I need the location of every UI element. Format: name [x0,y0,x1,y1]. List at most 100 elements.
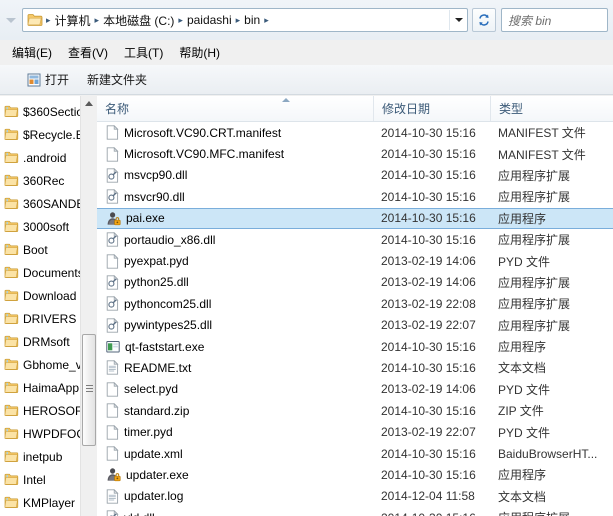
sidebar-item-label: Download [23,288,77,303]
breadcrumb[interactable]: ▸ 计算机 ▸ 本地磁盘 (C:) ▸ paidashi ▸ bin ▸ [45,10,449,31]
address-path-box[interactable]: ▸ 计算机 ▸ 本地磁盘 (C:) ▸ paidashi ▸ bin ▸ [22,8,468,32]
file-type-cell: ZIP 文件 [498,404,544,419]
file-type-cell: PYD 文件 [498,425,551,440]
open-button[interactable]: 打开 [18,68,78,91]
file-name-cell[interactable]: pyexpat.pyd [97,253,373,269]
file-name-label: update.xml [124,446,183,461]
breadcrumb-item-paidashi[interactable]: paidashi [184,11,235,29]
file-type-cell: PYD 文件 [498,382,551,397]
pai-app-icon [106,467,121,482]
dll-icon [106,510,119,516]
sidebar-item-label: 360Rec [23,173,65,188]
column-header-type[interactable]: 类型 [490,96,613,121]
file-date-cell: 2014-10-30 15:16 [381,446,476,461]
file-name-cell[interactable]: vld.dll [97,510,373,516]
file-name-cell[interactable]: select.pyd [97,381,373,397]
table-row[interactable]: standard.zip 2014-10-30 15:16 ZIP 文件 [97,400,613,421]
refresh-icon[interactable] [472,8,496,32]
file-name-cell[interactable]: python25.dll [97,274,373,290]
file-name-cell[interactable]: update.xml [97,446,373,461]
dll-icon [106,189,119,205]
file-date-cell: 2014-10-30 15:16 [381,403,476,418]
scrollbar-grip-icon [86,385,93,392]
column-header-date-label: 修改日期 [382,102,431,116]
search-input[interactable]: 搜索 bin [501,8,608,32]
folder-icon [27,13,43,27]
table-row[interactable]: pythoncom25.dll 2013-02-19 22:08 应用程序扩展 [97,293,613,314]
file-type-cell: 应用程序扩展 [498,275,571,290]
file-name-cell[interactable]: Microsoft.VC90.CRT.manifest [97,125,373,140]
file-name-label: msvcr90.dll [124,189,185,204]
table-row[interactable]: qt-faststart.exe 2014-10-30 15:16 应用程序 [97,336,613,357]
file-name-label: pai.exe [126,211,165,226]
table-row[interactable]: Microsoft.VC90.MFC.manifest 2014-10-30 15… [97,143,613,164]
file-date-cell: 2014-10-30 15:16 [381,339,476,354]
menu-item-view[interactable]: 查看(V) [60,41,116,64]
sidebar-item-label: Intel [23,472,46,487]
scroll-up-arrow-icon[interactable] [81,96,97,110]
table-row[interactable]: updater.exe 2014-10-30 15:16 应用程序 [97,464,613,485]
file-name-cell[interactable]: pythoncom25.dll [97,296,373,311]
folder-icon [4,496,19,509]
table-row[interactable]: README.txt 2014-10-30 15:16 文本文档 [97,357,613,378]
menu-item-edit[interactable]: 编辑(E) [4,41,60,64]
table-row[interactable]: msvcp90.dll 2014-10-30 15:16 应用程序扩展 [97,165,613,186]
breadcrumb-item-local-disk[interactable]: 本地磁盘 (C:) [100,10,177,31]
dll-icon [106,296,119,311]
table-row[interactable]: vld.dll 2014-10-30 15:16应用程序扩展 [97,507,613,516]
breadcrumb-separator: ▸ [264,14,269,25]
file-name-cell[interactable]: updater.exe [97,467,373,482]
dll-icon [106,317,119,333]
sidebar-item-label: DRIVERS [23,311,77,326]
table-row[interactable]: updater.log 2014-12-04 11:58 文本文档 [97,486,613,507]
file-name-cell[interactable]: standard.zip [97,403,373,418]
table-row[interactable]: pai.exe 2014-10-30 15:16 应用程序 [97,207,613,229]
chevron-down-icon[interactable] [449,10,467,30]
back-dropdown-icon[interactable] [0,0,22,40]
table-row[interactable]: select.pyd 2013-02-19 14:06 PYD 文件 [97,379,613,400]
menu-item-help[interactable]: 帮助(H) [171,41,228,64]
file-type-cell: 应用程序扩展 [498,168,571,183]
new-folder-button[interactable]: 新建文件夹 [78,68,156,91]
explorer-window: ▸ 计算机 ▸ 本地磁盘 (C:) ▸ paidashi ▸ bin ▸ 搜索 … [0,0,613,516]
file-type-cell: MANIFEST 文件 [498,126,586,141]
menu-item-tools[interactable]: 工具(T) [116,41,171,64]
file-name-cell[interactable]: msvcr90.dll [97,189,373,205]
table-row[interactable]: update.xml 2014-10-30 15:16 BaiduBrowserHT… [97,443,613,464]
column-header-name[interactable]: 名称 [97,96,373,121]
table-row[interactable]: Microsoft.VC90.CRT.manifest 2014-10-30 15… [97,122,613,143]
file-type-cell: 应用程序 [498,211,547,226]
table-row[interactable]: msvcr90.dll 2014-10-30 15:16 应用程序扩展 [97,186,613,207]
file-type-cell: BaiduBrowserHT... [498,446,598,461]
table-row[interactable]: timer.pyd 2013-02-19 22:07 PYD 文件 [97,421,613,442]
sidebar-scrollbar[interactable] [80,96,97,516]
breadcrumb-item-computer[interactable]: 计算机 [52,10,94,31]
folder-icon [4,128,19,141]
folder-icon [4,358,19,371]
file-name-cell[interactable]: portaudio_x86.dll [97,232,373,247]
file-date-cell: 2014-10-30 15:16 [381,125,476,140]
table-row[interactable]: python25.dll 2013-02-19 14:06 应用程序扩展 [97,272,613,293]
file-name-label: msvcp90.dll [124,168,188,183]
file-name-cell[interactable]: Microsoft.VC90.MFC.manifest [97,146,373,162]
scrollbar-thumb[interactable] [82,334,96,446]
file-type-cell: 应用程序扩展 [498,297,571,312]
file-name-cell[interactable]: timer.pyd [97,424,373,440]
sidebar-item-label: KMPlayer [23,495,76,510]
table-row[interactable]: pyexpat.pyd 2013-02-19 14:06 PYD 文件 [97,250,613,271]
folder-icon [4,427,19,440]
file-name-cell[interactable]: updater.log [97,488,373,504]
column-header-date[interactable]: 修改日期 [373,96,490,121]
file-date-cell: 2014-10-30 15:16 [381,189,476,204]
file-name-cell[interactable]: pai.exe [97,211,373,226]
file-name-cell[interactable]: pywintypes25.dll [97,317,373,333]
file-name-cell[interactable]: README.txt [97,360,373,376]
open-button-label: 打开 [45,73,70,87]
file-name-cell[interactable]: msvcp90.dll [97,167,373,183]
file-name-cell[interactable]: qt-faststart.exe [97,340,373,354]
table-row[interactable]: portaudio_x86.dll 2014-10-30 15:16 应用程序扩展 [97,229,613,250]
sidebar-item-label: 3000soft [23,219,70,234]
file-date-cell: 2014-10-30 15:16 [381,360,476,375]
table-row[interactable]: pywintypes25.dll 2013-02-19 22:07 应用程序扩展 [97,315,613,336]
breadcrumb-item-bin[interactable]: bin [241,11,263,29]
